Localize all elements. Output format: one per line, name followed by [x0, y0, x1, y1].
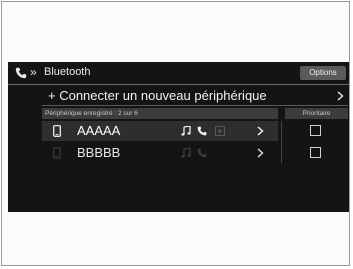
screenshot-frame: » Bluetooth Options + Connecter un nouve… [1, 1, 350, 266]
device-row[interactable]: AAAAA [42, 121, 278, 141]
connect-new-device-row[interactable]: + Connecter un nouveau périphérique [42, 86, 348, 106]
priority-checkbox[interactable] [310, 125, 321, 136]
smartphone-icon [53, 125, 61, 137]
page-title: Bluetooth [44, 66, 91, 78]
registered-devices-header: Périphérique enregistré : 2 sur 6 [42, 108, 278, 119]
infotainment-screen: » Bluetooth Options + Connecter un nouve… [8, 62, 349, 212]
chevron-right-icon [257, 148, 264, 158]
breadcrumb-chevrons: » [30, 65, 37, 79]
priority-checkbox[interactable] [310, 147, 321, 158]
registered-devices-label: Périphérique enregistré : 2 sur 6 [45, 110, 138, 117]
priority-cell [285, 143, 348, 163]
play-icon [215, 126, 225, 136]
priority-cell [285, 121, 348, 141]
call-icon [197, 126, 207, 136]
connect-new-device-label: + Connecter un nouveau périphérique [48, 88, 267, 103]
chevron-right-icon [257, 126, 264, 136]
header-bar: » Bluetooth Options [8, 62, 349, 85]
priority-header: Prioritaire [285, 108, 348, 119]
phone-icon [15, 67, 27, 79]
device-name: BBBBB [77, 145, 121, 160]
call-icon [197, 148, 207, 158]
music-note-icon [181, 126, 191, 136]
chevron-right-icon [337, 91, 344, 101]
column-divider [281, 121, 282, 163]
device-row[interactable]: BBBBB [42, 143, 278, 163]
device-name: AAAAA [77, 123, 121, 138]
smartphone-icon [53, 147, 61, 159]
options-button[interactable]: Options [300, 66, 346, 80]
music-note-icon [181, 148, 191, 158]
header-divider [8, 84, 349, 85]
